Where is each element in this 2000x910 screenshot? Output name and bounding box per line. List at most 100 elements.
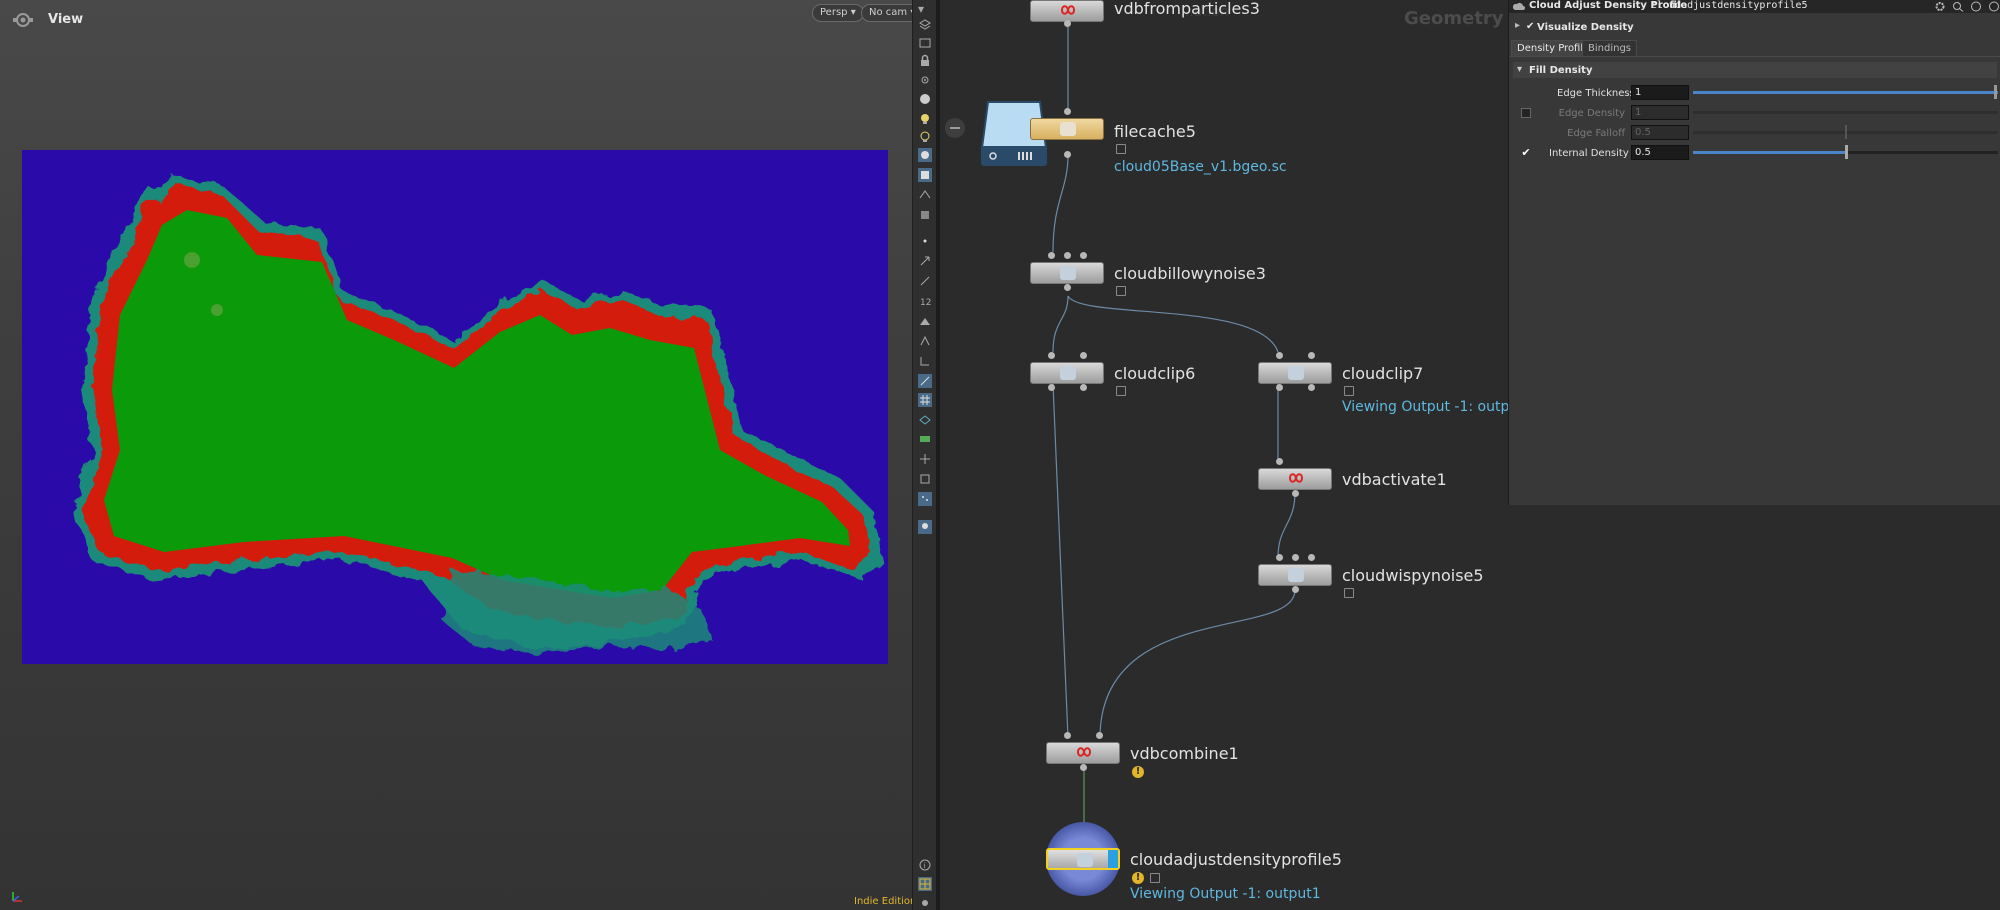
node-input-connector[interactable] xyxy=(1048,252,1055,259)
node-output-connector[interactable] xyxy=(1080,764,1087,771)
display-options-icon[interactable] xyxy=(918,18,932,32)
node-output-connector[interactable] xyxy=(1308,384,1315,391)
display-flag-icon[interactable] xyxy=(1108,850,1118,868)
uv-icon[interactable] xyxy=(918,354,932,368)
lock-icon xyxy=(1116,386,1126,396)
tab-bindings[interactable]: Bindings xyxy=(1582,40,1637,57)
node-cloudclip6[interactable] xyxy=(1030,362,1104,384)
node-output-connector[interactable] xyxy=(1064,20,1071,27)
visualize-density-label: Visualize Density xyxy=(1537,22,1634,33)
node-vdbcombine1[interactable] xyxy=(1046,742,1120,764)
template-icon[interactable] xyxy=(918,188,932,202)
layout-icon[interactable] xyxy=(918,877,932,891)
light-icon[interactable] xyxy=(918,112,932,126)
node-input-connector[interactable] xyxy=(1292,554,1299,561)
edge-density-input[interactable]: 1 xyxy=(1631,105,1689,120)
node-input-connector[interactable] xyxy=(1064,732,1071,739)
hull-icon[interactable] xyxy=(918,334,932,348)
node-input-connector[interactable] xyxy=(1308,554,1315,561)
ortho-grid-icon[interactable] xyxy=(918,413,932,427)
node-file-path[interactable]: cloud05Base_v1.bgeo.sc xyxy=(1114,159,1287,175)
slider-handle[interactable] xyxy=(1845,145,1848,159)
node-output-connector[interactable] xyxy=(1064,284,1071,291)
toolbar-collapse-icon[interactable]: ▾ xyxy=(918,3,932,18)
ghost-icon[interactable] xyxy=(918,36,932,50)
node-input-connector[interactable] xyxy=(1064,252,1071,259)
reference-plane-icon[interactable] xyxy=(918,432,932,446)
shading-mode-icon[interactable] xyxy=(918,92,932,106)
background-icon[interactable] xyxy=(918,148,932,162)
node-cloudwispynoise5[interactable] xyxy=(1258,564,1332,586)
node-input-connector[interactable] xyxy=(1276,458,1283,465)
snapping-icon[interactable] xyxy=(918,73,932,87)
perspective-menu[interactable]: Persp ▾ xyxy=(812,4,864,22)
node-output-connector[interactable] xyxy=(1292,586,1299,593)
node-vdbfromparticles3[interactable] xyxy=(1030,0,1104,22)
warning-icon[interactable]: ! xyxy=(1132,872,1144,884)
info-icon[interactable]: i xyxy=(918,858,932,872)
node-filecache5[interactable] xyxy=(1030,118,1104,140)
lock-camera-icon[interactable] xyxy=(918,54,932,68)
noise-icon xyxy=(1060,266,1076,280)
node-cloudclip7[interactable] xyxy=(1258,362,1332,384)
texture-icon[interactable] xyxy=(918,208,932,222)
location-icon[interactable] xyxy=(918,520,932,534)
gear-icon[interactable] xyxy=(1934,1,1946,12)
search-icon[interactable] xyxy=(1952,1,1964,12)
info-icon[interactable] xyxy=(1988,1,2000,12)
node-input-connector[interactable] xyxy=(1276,554,1283,561)
node-vdbactivate1[interactable] xyxy=(1258,468,1332,490)
node-input-connector[interactable] xyxy=(1096,732,1103,739)
node-input-connector[interactable] xyxy=(1064,108,1071,115)
view-pane-icon[interactable] xyxy=(12,11,34,29)
node-viewing-output: Viewing Output -1: output2 xyxy=(1342,399,1508,415)
node-cloudadjustdensityprofile5[interactable] xyxy=(1046,848,1120,870)
slider-handle[interactable] xyxy=(1994,85,1997,99)
headlight-icon[interactable] xyxy=(918,130,932,144)
collapse-button[interactable] xyxy=(945,118,965,138)
point-display-icon[interactable] xyxy=(918,234,932,248)
vector-icon[interactable] xyxy=(918,274,932,288)
edge-thickness-slider-fill xyxy=(1693,91,1998,94)
node-input-connector[interactable] xyxy=(1308,352,1315,359)
grid-icon[interactable] xyxy=(918,393,932,407)
visualize-checkbox[interactable]: ✔ xyxy=(1526,21,1534,32)
edge-density-checkbox[interactable] xyxy=(1521,108,1531,118)
node-output-connector[interactable] xyxy=(1276,384,1283,391)
camera-menu[interactable]: No cam ▾ xyxy=(861,4,912,22)
scene-viewport[interactable]: View Persp ▾ No cam ▾ Indie Ed xyxy=(0,0,912,910)
edge-thickness-input[interactable]: 1 xyxy=(1631,85,1689,100)
point-numbers-icon[interactable]: 12 xyxy=(918,294,932,308)
node-name-field[interactable]: cloudadjustdensityprofile5 xyxy=(1651,0,1808,11)
node-input-connector[interactable] xyxy=(1276,352,1283,359)
origin-icon[interactable] xyxy=(918,452,932,466)
normals-icon[interactable] xyxy=(918,254,932,268)
chevron-down-icon: ▾ xyxy=(850,7,856,18)
viewport-toolbar: ▾ 12 i xyxy=(912,0,937,910)
node-output-connector[interactable] xyxy=(1064,151,1071,158)
node-input-connector[interactable] xyxy=(1080,352,1087,359)
node-output-connector[interactable] xyxy=(1292,490,1299,497)
chevron-right-icon[interactable]: ▸ xyxy=(1515,20,1520,31)
node-output-connector[interactable] xyxy=(1080,384,1087,391)
noise-icon xyxy=(1288,568,1304,582)
display-geometry-icon[interactable] xyxy=(918,168,932,182)
bounding-box-icon[interactable] xyxy=(918,472,932,486)
camera-icon[interactable] xyxy=(918,896,932,910)
edge-thickness-slider-track[interactable] xyxy=(1693,91,1998,94)
prim-numbers-icon[interactable] xyxy=(918,314,932,328)
node-input-connector[interactable] xyxy=(1048,352,1055,359)
internal-density-checkbox[interactable]: ✔ xyxy=(1521,147,1531,158)
lock-icon xyxy=(1344,588,1354,598)
node-input-connector[interactable] xyxy=(1080,252,1087,259)
folder-fill-density[interactable]: ▾ Fill Density xyxy=(1513,62,1997,78)
network-editor[interactable]: ...ation Geometry vdbfromparticles3 file… xyxy=(940,0,1508,910)
warning-icon[interactable]: ! xyxy=(1132,766,1144,778)
particles-icon[interactable] xyxy=(918,492,932,506)
wireframe-icon[interactable] xyxy=(918,374,932,388)
edge-falloff-input[interactable]: 0.5 xyxy=(1631,125,1689,140)
help-icon[interactable] xyxy=(1970,1,1982,12)
node-cloudbillowynoise3[interactable] xyxy=(1030,262,1104,284)
internal-density-input[interactable]: 0.5 xyxy=(1631,145,1689,160)
node-output-connector[interactable] xyxy=(1048,384,1055,391)
